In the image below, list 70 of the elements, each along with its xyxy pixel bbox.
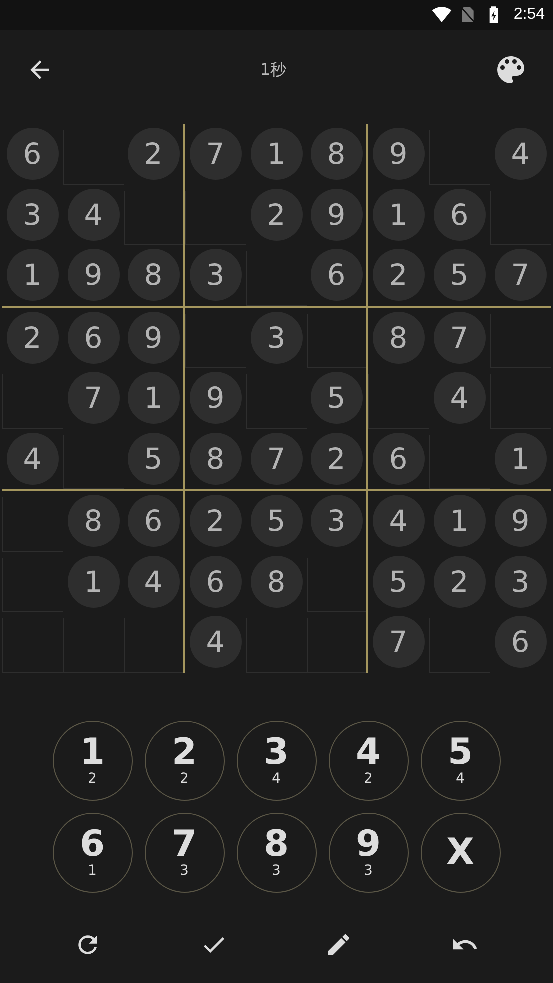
number-cell[interactable]: 2 [250,188,302,241]
number-cell[interactable]: 6 [372,432,424,485]
number-cell[interactable]: 1 [494,432,546,485]
number-key[interactable]: 5 4 [420,720,500,800]
number-cell[interactable]: 8 [310,128,362,180]
number-cell[interactable]: 5 [128,432,180,485]
number-cell[interactable]: 5 [372,556,424,608]
number-cell[interactable]: 5 [310,372,362,424]
number-cell[interactable]: 4 [6,432,58,485]
number-cell[interactable]: 8 [190,432,242,485]
number-cell[interactable]: 7 [434,312,486,364]
number-key[interactable]: X [420,812,500,892]
number-key[interactable]: 3 4 [236,720,316,800]
number-cell[interactable]: 4 [372,495,424,548]
number-cell[interactable]: 7 [68,372,120,424]
number-cell[interactable]: 6 [494,616,546,668]
number-cell[interactable]: 2 [434,556,486,608]
number-cell[interactable]: 3 [494,556,546,608]
number-cell[interactable]: 2 [6,312,58,364]
number-cell[interactable]: 9 [128,312,180,364]
number-cell[interactable]: 2 [310,432,362,485]
number-cell[interactable]: 3 [250,312,302,364]
number-cell[interactable]: 7 [494,249,546,302]
number-key[interactable]: 8 3 [236,812,316,892]
number-cell[interactable]: 7 [372,616,424,668]
number-cell[interactable]: 8 [128,249,180,302]
timer-title: 1秒 [260,60,287,80]
number-key[interactable]: 2 2 [144,720,224,800]
number-cell[interactable]: 9 [494,495,546,548]
wifi-icon [432,5,452,25]
number-cell[interactable]: 6 [6,128,58,180]
number-cell[interactable]: 9 [190,372,242,424]
number-cell[interactable]: 3 [310,495,362,548]
number-cell[interactable]: 9 [372,128,424,180]
number-cell[interactable]: 4 [68,188,120,241]
number-cell[interactable]: 1 [434,495,486,548]
number-cell[interactable]: 4 [434,372,486,424]
number-cell[interactable]: 7 [250,432,302,485]
number-cell[interactable]: 8 [68,495,120,548]
number-cell[interactable]: 3 [6,188,58,241]
number-cell[interactable]: 2 [372,249,424,302]
number-cell[interactable]: 6 [68,312,120,364]
number-cell[interactable]: 5 [250,495,302,548]
number-cell[interactable]: 4 [190,616,242,668]
number-cell[interactable]: 4 [494,128,546,180]
number-cell[interactable]: 8 [250,556,302,608]
number-key[interactable]: 1 2 [52,720,132,800]
number-cell[interactable]: 1 [372,188,424,241]
number-key[interactable]: 4 2 [328,720,408,800]
number-cell[interactable]: 3 [190,249,242,302]
number-cell[interactable]: 9 [68,249,120,302]
number-key[interactable]: 7 3 [144,812,224,892]
status-time: 2:54 [514,6,545,24]
number-cell[interactable]: 6 [310,249,362,302]
number-cell[interactable]: 2 [128,128,180,180]
number-cell[interactable]: 9 [310,188,362,241]
number-cell[interactable]: 6 [128,495,180,548]
number-key[interactable]: 6 1 [52,812,132,892]
number-cell[interactable]: 7 [190,128,242,180]
number-cell[interactable]: 5 [434,249,486,302]
number-cell[interactable]: 2 [190,495,242,548]
number-cell[interactable]: 1 [6,249,58,302]
number-cell[interactable]: 6 [190,556,242,608]
number-cell[interactable]: 1 [68,556,120,608]
number-key[interactable]: 9 3 [328,812,408,892]
number-cell[interactable]: 6 [434,188,486,241]
number-cell[interactable]: 4 [128,556,180,608]
number-cell[interactable]: 8 [372,312,424,364]
number-cell[interactable]: 1 [128,372,180,424]
number-cell[interactable]: 1 [250,128,302,180]
